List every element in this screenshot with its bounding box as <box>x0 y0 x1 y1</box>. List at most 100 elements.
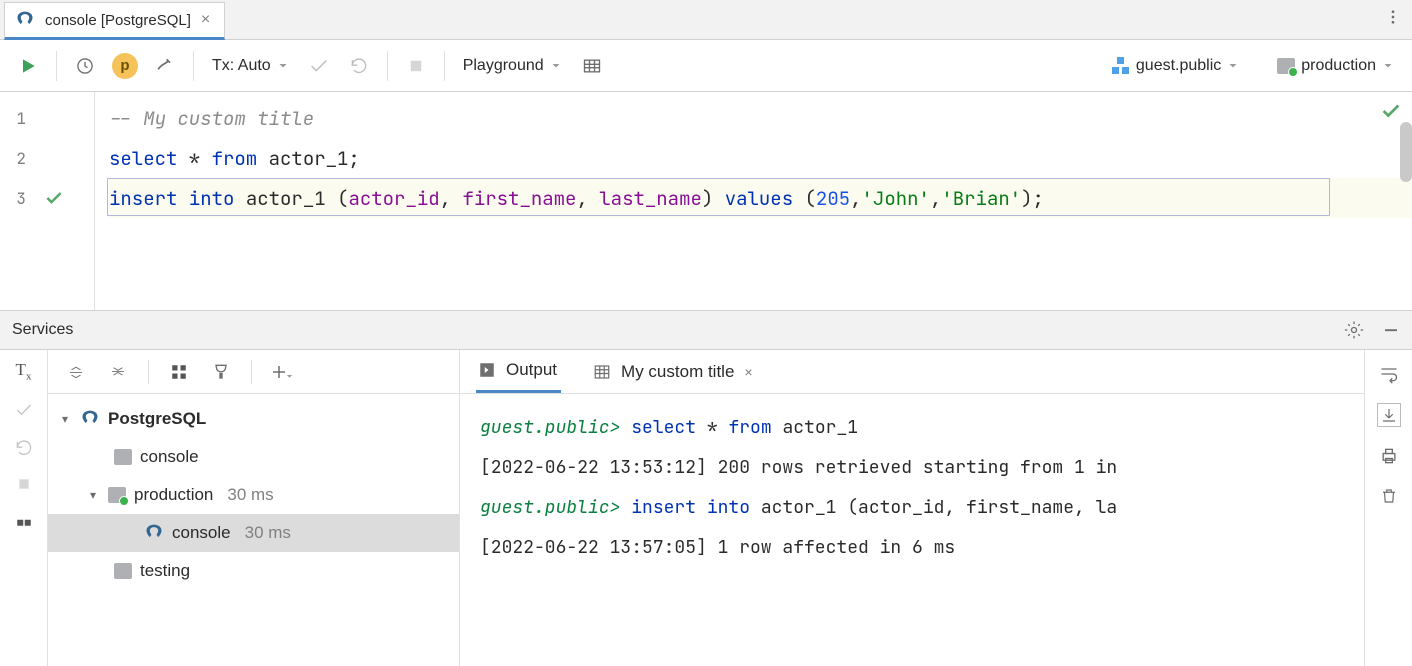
tree-timing: 30 ms <box>227 485 273 505</box>
minimize-icon[interactable] <box>1382 321 1400 339</box>
tree-node-production[interactable]: ▾ production 30 ms <box>48 476 459 514</box>
services-tree-toolbar <box>48 350 459 394</box>
tree-label: testing <box>140 561 190 581</box>
result-tab-label: My custom title <box>621 362 734 382</box>
services-panel-header: Services <box>0 310 1412 350</box>
tx-icon[interactable]: Tx <box>16 360 32 382</box>
schema-dropdown[interactable]: guest.public <box>1104 48 1247 84</box>
output-line: guest.public> insert into actor_1 (actor… <box>480 488 1364 528</box>
chevron-down-icon <box>550 60 562 72</box>
line-number: 2 <box>10 148 26 169</box>
add-button[interactable] <box>264 354 300 390</box>
output-line: [2022-06-22 13:53:12] 200 rows retrieved… <box>480 448 1364 488</box>
editor-tab-title: console [PostgreSQL] <box>45 12 191 29</box>
group-button[interactable] <box>161 354 197 390</box>
run-button[interactable] <box>10 48 46 84</box>
clear-icon[interactable] <box>1380 486 1398 506</box>
line-number: 3 <box>10 188 26 209</box>
toolbar-divider <box>444 51 445 81</box>
output-icon <box>478 361 496 379</box>
code-line: insert into actor_1 (actor_id, first_nam… <box>109 178 1412 218</box>
gear-icon[interactable] <box>1344 320 1364 340</box>
tree-label: production <box>134 485 213 505</box>
close-icon[interactable]: × <box>201 12 210 28</box>
datasource-icon <box>114 449 132 465</box>
chevron-down-icon[interactable]: ▾ <box>86 488 100 502</box>
editor-toolbar: p Tx: Auto Playground guest.public produ… <box>0 40 1412 92</box>
tree-label: console <box>172 523 231 543</box>
code-line: select * from actor_1; <box>109 138 1412 178</box>
tree-node-production-console[interactable]: console 30 ms <box>48 514 459 552</box>
settings-button[interactable] <box>147 48 183 84</box>
datasource-icon <box>114 563 132 579</box>
tx-mode-label: Tx: Auto <box>212 57 271 75</box>
services-panel: Tx ▾ PostgreSQL console <box>0 350 1412 666</box>
editor-tab-console[interactable]: console [PostgreSQL] × <box>4 2 225 40</box>
parameters-button[interactable]: p <box>107 48 143 84</box>
commit-icon[interactable] <box>14 400 34 420</box>
chevron-down-icon <box>277 60 289 72</box>
toolbar-divider <box>193 51 194 81</box>
expand-all-button[interactable] <box>58 354 94 390</box>
inspection-status-icon[interactable] <box>1380 100 1402 122</box>
tree-node-postgresql[interactable]: ▾ PostgreSQL <box>48 400 459 438</box>
checkmark-icon <box>44 188 64 208</box>
chevron-down-icon <box>1382 60 1394 72</box>
soft-wrap-icon[interactable] <box>1379 364 1399 384</box>
tree-timing: 30 ms <box>245 523 291 543</box>
table-icon <box>593 363 611 381</box>
tree-label: console <box>140 447 199 467</box>
collapse-all-button[interactable] <box>100 354 136 390</box>
output-side-toolbar <box>1364 350 1412 666</box>
filter-button[interactable] <box>203 354 239 390</box>
datasource-icon <box>108 487 126 503</box>
output-tab-label: Output <box>506 360 557 380</box>
session-dropdown[interactable]: Playground <box>455 48 570 84</box>
p-badge-icon: p <box>112 53 138 79</box>
postgresql-icon <box>80 409 100 429</box>
datasource-icon <box>1277 58 1295 74</box>
postgresql-icon <box>144 523 164 543</box>
view-as-table-button[interactable] <box>574 48 610 84</box>
scroll-to-end-icon[interactable] <box>1378 404 1400 426</box>
output-tab[interactable]: Output <box>476 350 561 393</box>
schema-icon <box>1112 57 1130 75</box>
tx-mode-dropdown[interactable]: Tx: Auto <box>204 48 297 84</box>
chevron-down-icon <box>1227 60 1239 72</box>
sql-editor[interactable]: 1 2 3 -- My custom title select * from a… <box>0 92 1412 310</box>
output-tabs: Output My custom title × <box>460 350 1364 394</box>
services-tree-panel: ▾ PostgreSQL console ▾ production 30 ms … <box>48 350 460 666</box>
services-left-toolbar: Tx <box>0 350 48 666</box>
output-line: [2022-06-22 13:57:05] 1 row affected in … <box>480 528 1364 568</box>
stop-icon[interactable] <box>16 476 32 492</box>
commit-button[interactable] <box>301 48 337 84</box>
code-comment: -- My custom title <box>109 106 314 131</box>
datasource-label: production <box>1301 57 1376 75</box>
editor-scrollbar[interactable] <box>1400 122 1412 182</box>
print-icon[interactable] <box>1379 446 1399 466</box>
chevron-down-icon[interactable]: ▾ <box>58 412 72 426</box>
layout-icon[interactable] <box>15 510 33 528</box>
schema-label: guest.public <box>1136 57 1221 75</box>
tree-node-testing[interactable]: testing <box>48 552 459 590</box>
output-console[interactable]: guest.public> select * from actor_1 [202… <box>460 394 1364 666</box>
session-label: Playground <box>463 57 544 75</box>
close-icon[interactable]: × <box>744 364 752 380</box>
output-line: guest.public> select * from actor_1 <box>480 408 1364 448</box>
rollback-button[interactable] <box>341 48 377 84</box>
tree-node-console[interactable]: console <box>48 438 459 476</box>
editor-code-area[interactable]: -- My custom title select * from actor_1… <box>95 92 1412 310</box>
toolbar-divider <box>387 51 388 81</box>
datasource-dropdown[interactable]: production <box>1269 48 1402 84</box>
tree-label: PostgreSQL <box>108 409 206 429</box>
history-button[interactable] <box>67 48 103 84</box>
stop-button[interactable] <box>398 48 434 84</box>
rollback-icon[interactable] <box>14 438 34 458</box>
line-number: 1 <box>10 108 26 129</box>
result-tab[interactable]: My custom title × <box>591 350 757 393</box>
postgresql-icon <box>15 10 35 30</box>
services-tree[interactable]: ▾ PostgreSQL console ▾ production 30 ms … <box>48 394 459 666</box>
editor-tabs-bar: console [PostgreSQL] × <box>0 0 1412 40</box>
more-menu-icon[interactable] <box>1384 8 1402 26</box>
toolbar-divider <box>56 51 57 81</box>
